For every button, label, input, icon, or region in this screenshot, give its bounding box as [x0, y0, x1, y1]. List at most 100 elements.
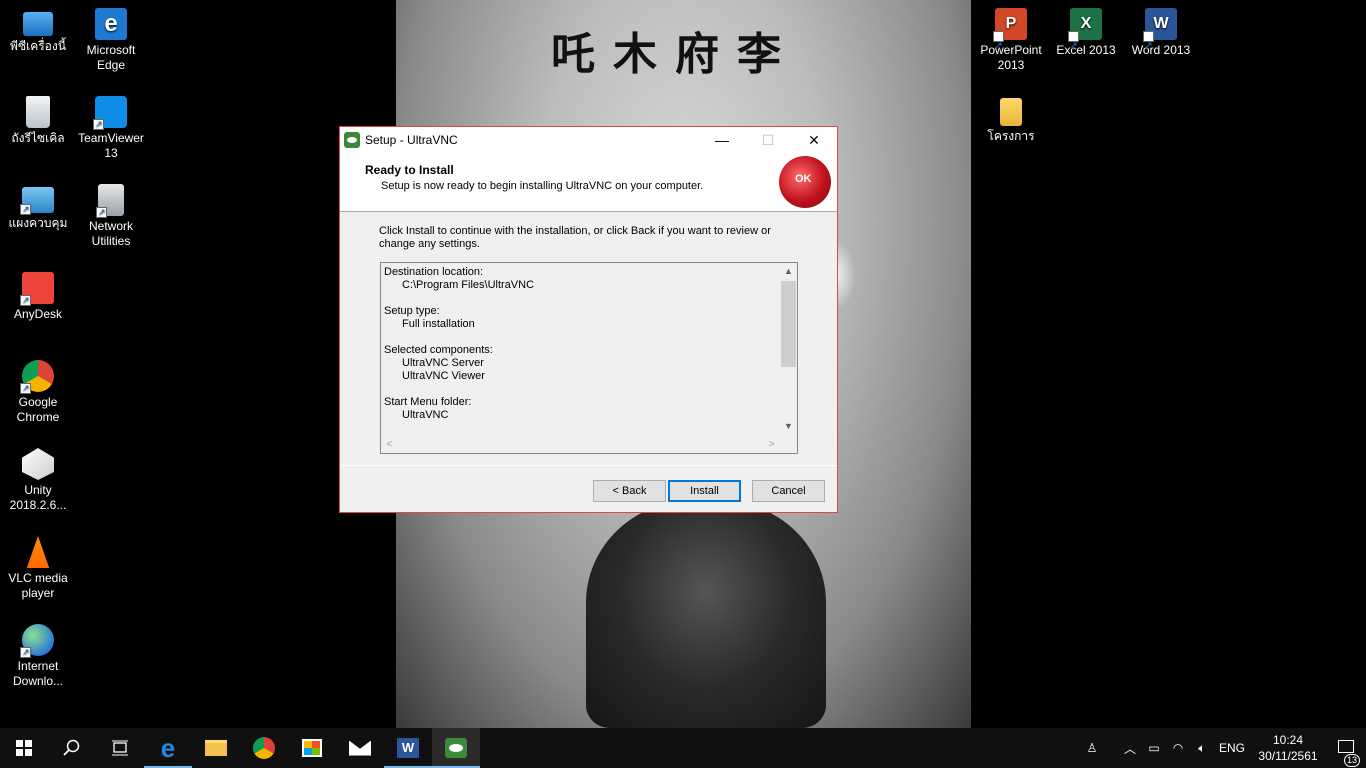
- desktop-icon-edge[interactable]: e Microsoft Edge: [73, 8, 149, 73]
- mail-icon: [349, 740, 371, 756]
- notification-count-badge: 13: [1343, 754, 1360, 767]
- taskbar-ultravnc-setup[interactable]: [432, 728, 480, 768]
- back-button[interactable]: < Back: [593, 480, 666, 502]
- desktop-icon-label: AnyDesk: [13, 307, 63, 321]
- minimize-button[interactable]: —: [699, 127, 745, 153]
- desktop-icon-label: PowerPoint 2013: [980, 43, 1042, 72]
- desktop-icon-project-folder[interactable]: โครงการ: [973, 96, 1049, 144]
- search-button[interactable]: [48, 728, 96, 768]
- excel-icon: X: [1068, 8, 1102, 61]
- desktop-icon-label: Excel 2013: [1056, 43, 1116, 57]
- scroll-down-arrow-icon[interactable]: ▼: [780, 418, 797, 435]
- clock[interactable]: 10:24 30/11/2561: [1250, 732, 1326, 764]
- task-view-button[interactable]: [96, 728, 144, 768]
- people-icon[interactable]: ♙: [1080, 741, 1104, 755]
- desktop-icon-label: Network Utilities: [88, 219, 133, 248]
- clock-date: 30/11/2561: [1258, 749, 1318, 763]
- desktop-icon-vlc[interactable]: VLC media player: [0, 536, 76, 601]
- scroll-up-arrow-icon[interactable]: ▲: [780, 263, 797, 280]
- folder-icon: [1000, 98, 1022, 126]
- edge-icon: e: [160, 732, 176, 763]
- component-item: UltraVNC Viewer: [402, 370, 485, 382]
- show-hidden-icons-chevron-icon[interactable]: ︿: [1118, 740, 1142, 757]
- system-tray: ♙ ︿ ▭ ◠ 🔈︎ ENG 10:24 30/11/2561 13: [1080, 728, 1366, 768]
- desktop-icon-powerpoint[interactable]: P PowerPoint 2013: [973, 8, 1049, 73]
- desktop-icon-this-pc[interactable]: พีซีเครื่องนี้: [0, 8, 76, 54]
- volume-icon[interactable]: 🔈︎: [1190, 741, 1214, 756]
- taskbar-file-explorer[interactable]: [192, 728, 240, 768]
- desktop-icon-unity[interactable]: Unity 2018.2.6...: [0, 448, 76, 513]
- setup-type-value: Full installation: [402, 318, 475, 330]
- install-button[interactable]: Install: [668, 480, 741, 502]
- desktop-icon-label: พีซีเครื่องนี้: [10, 39, 66, 53]
- components-label: Selected components:: [384, 344, 493, 356]
- memo-vertical-scrollbar[interactable]: ▲ ▼: [780, 263, 797, 435]
- dialog-titlebar[interactable]: Setup - UltraVNC — ☐ ✕: [340, 127, 837, 153]
- destination-value: C:\Program Files\UltraVNC: [402, 279, 535, 291]
- button-separator: [340, 465, 837, 466]
- desktop-icon-label: VLC media player: [8, 571, 68, 600]
- desktop-icon-label: Google Chrome: [16, 395, 60, 424]
- wizard-header-subtitle: Setup is now ready to begin installing U…: [381, 180, 704, 192]
- desktop-icon-label: TeamViewer 13: [78, 131, 144, 160]
- desktop-icon-chrome[interactable]: Google Chrome: [0, 360, 76, 425]
- ultravnc-logo-icon: [779, 156, 831, 208]
- desktop-icon-idm[interactable]: Internet Downlo...: [0, 624, 76, 689]
- scroll-right-arrow-icon[interactable]: >: [763, 436, 780, 453]
- taskbar-word[interactable]: W: [384, 728, 432, 768]
- anydesk-icon: [20, 272, 54, 308]
- monitor-icon: [23, 12, 53, 36]
- desktop-icon-teamviewer[interactable]: TeamViewer 13: [73, 96, 149, 161]
- ultravnc-app-icon: [344, 132, 360, 148]
- notification-icon: [1338, 740, 1354, 753]
- desktop-icon-label: ถังรีไซเคิล: [11, 131, 65, 145]
- component-item: UltraVNC Server: [402, 357, 484, 369]
- desktop-icon-network-utilities[interactable]: Network Utilities: [73, 184, 149, 249]
- scroll-left-arrow-icon[interactable]: <: [381, 436, 398, 453]
- destination-label: Destination location:: [384, 266, 484, 278]
- unity-icon: [22, 448, 54, 480]
- desktop-icon-recycle-bin[interactable]: ถังรีไซเคิล: [0, 96, 76, 146]
- desktop-icon-label: Word 2013: [1131, 43, 1191, 57]
- word-icon: W: [397, 738, 419, 758]
- taskbar-store[interactable]: [288, 728, 336, 768]
- dialog-title: Setup - UltraVNC: [365, 133, 458, 147]
- action-center-button[interactable]: 13: [1326, 740, 1366, 767]
- setup-type-label: Setup type:: [384, 305, 440, 317]
- start-menu-label: Start Menu folder:: [384, 396, 472, 408]
- vlc-cone-icon: [26, 536, 50, 568]
- control-panel-icon: [20, 187, 54, 217]
- windows-logo-icon: [16, 740, 32, 756]
- memo-horizontal-scrollbar[interactable]: < >: [381, 436, 780, 453]
- scroll-thumb[interactable]: [781, 281, 796, 367]
- ready-memo-box[interactable]: Destination location: C:\Program Files\U…: [380, 262, 798, 454]
- desktop-icon-label: Microsoft Edge: [86, 43, 136, 72]
- desktop-icon-anydesk[interactable]: AnyDesk: [0, 272, 76, 322]
- language-indicator[interactable]: ENG: [1214, 741, 1250, 755]
- taskbar-mail[interactable]: [336, 728, 384, 768]
- globe-download-icon: [20, 624, 54, 660]
- ultravnc-eye-icon: [445, 738, 467, 758]
- setup-dialog: Setup - UltraVNC — ☐ ✕ Ready to Install …: [339, 126, 838, 513]
- desktop-icon-label: Internet Downlo...: [12, 659, 64, 688]
- instruction-text: Click Install to continue with the insta…: [379, 225, 771, 250]
- folder-icon: [205, 740, 227, 756]
- teamviewer-icon: [93, 96, 127, 132]
- desktop-icon-excel[interactable]: X Excel 2013: [1048, 8, 1124, 61]
- taskbar: e W ♙ ︿ ▭ ◠ 🔈︎ ENG 10:24 30/11/2561 13: [0, 728, 1366, 768]
- wizard-header: Ready to Install Setup is now ready to b…: [340, 153, 837, 212]
- cancel-button[interactable]: Cancel: [752, 480, 825, 502]
- taskbar-chrome[interactable]: [240, 728, 288, 768]
- battery-icon[interactable]: ▭: [1142, 741, 1166, 755]
- task-view-icon: [112, 740, 128, 756]
- close-button[interactable]: ✕: [791, 127, 837, 153]
- wifi-icon[interactable]: ◠: [1166, 741, 1190, 755]
- taskbar-edge[interactable]: e: [144, 728, 192, 768]
- store-bag-icon: [302, 739, 322, 757]
- chrome-icon: [20, 360, 54, 396]
- start-button[interactable]: [0, 728, 48, 768]
- desktop-icon-control-panel[interactable]: แผงควบคุม: [0, 184, 76, 231]
- recycle-bin-icon: [26, 96, 50, 128]
- desktop-icon-word[interactable]: W Word 2013: [1123, 8, 1199, 61]
- wallpaper-calligraphy: 吒木府李: [551, 29, 799, 80]
